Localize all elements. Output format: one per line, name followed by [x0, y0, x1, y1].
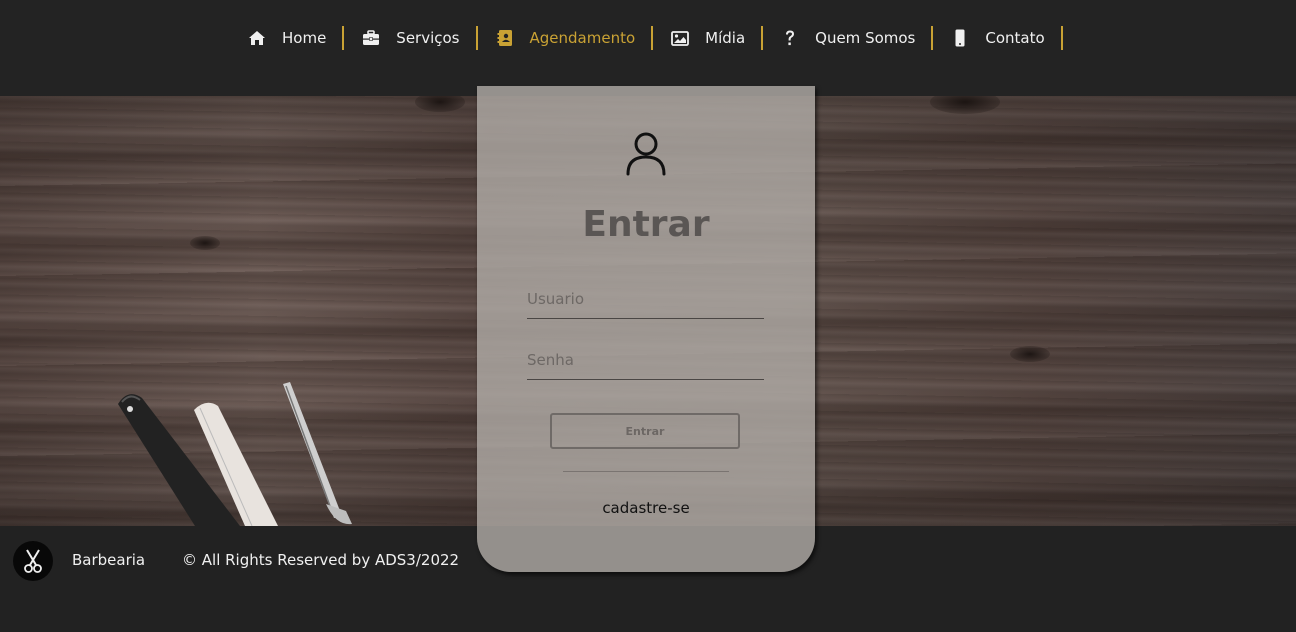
password-input[interactable] [527, 340, 764, 380]
address-book-icon [496, 29, 514, 47]
nav-item-home[interactable]: Home [230, 26, 345, 50]
nav-item-agendamento[interactable]: Agendamento [478, 26, 654, 50]
page: Home Serviços Agendamento Mídia Quem Som… [0, 0, 1296, 632]
nav-label-midia: Mídia [705, 29, 746, 47]
divider [563, 471, 729, 472]
nav-item-quem-somos[interactable]: Quem Somos [763, 26, 934, 50]
footer-copyright: © All Rights Reserved by ADS3/2022 [182, 551, 460, 569]
nav-label-quem-somos: Quem Somos [815, 29, 916, 47]
wood-knot [1010, 346, 1050, 362]
nav-list: Home Serviços Agendamento Mídia Quem Som… [230, 26, 1063, 50]
barber-tools-illustration [118, 382, 352, 526]
user-icon [626, 132, 666, 176]
image-icon [671, 29, 690, 47]
nav-item-contato[interactable]: Contato [933, 26, 1063, 50]
nav-item-midia[interactable]: Mídia [653, 26, 764, 50]
username-input[interactable] [527, 279, 764, 319]
login-title: Entrar [582, 204, 710, 245]
login-card: Entrar Entrar cadastre-se [477, 86, 815, 572]
mobile-phone-icon [951, 29, 969, 47]
wood-knot [190, 236, 220, 250]
nav-label-servicos: Serviços [396, 29, 460, 47]
login-submit-button[interactable]: Entrar [550, 413, 740, 449]
nav-label-home: Home [282, 29, 327, 47]
question-icon [781, 29, 799, 47]
scissors-logo-icon [13, 541, 53, 581]
nav-label-contato: Contato [985, 29, 1045, 47]
footer-brand: Barbearia [72, 551, 146, 569]
navbar: Home Serviços Agendamento Mídia Quem Som… [0, 0, 1296, 96]
register-link[interactable]: cadastre-se [477, 499, 815, 517]
nav-label-agendamento: Agendamento [529, 29, 636, 47]
home-icon [248, 29, 266, 47]
briefcase-icon [362, 29, 380, 47]
nav-item-servicos[interactable]: Serviços [344, 26, 478, 50]
